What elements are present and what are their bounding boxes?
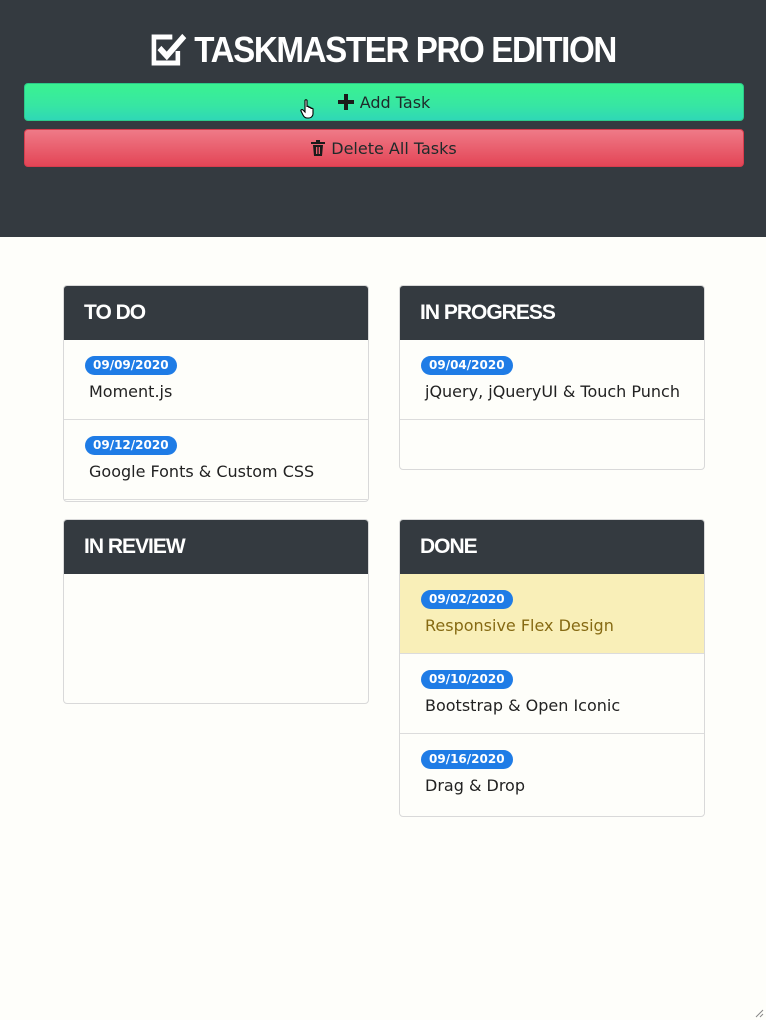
task-item[interactable]: 09/12/2020 Google Fonts & Custom CSS bbox=[64, 420, 368, 500]
column-in-review: In Review bbox=[63, 519, 369, 704]
app-header: Taskmaster Pro Edition Add Task Delete A… bbox=[0, 0, 766, 237]
drop-zone[interactable] bbox=[400, 420, 704, 469]
add-task-button[interactable]: Add Task bbox=[24, 83, 744, 121]
task-item[interactable]: 09/02/2020 Responsive Flex Design bbox=[400, 574, 704, 654]
column-done: Done 09/02/2020 Responsive Flex Design 0… bbox=[399, 519, 705, 817]
column-in-progress: In Progress 09/04/2020 jQuery, jQueryUI … bbox=[399, 285, 705, 470]
task-text[interactable]: jQuery, jQueryUI & Touch Punch bbox=[425, 382, 680, 401]
plus-icon bbox=[337, 94, 354, 110]
app-title-text: Taskmaster Pro Edition bbox=[194, 29, 617, 70]
task-date-badge[interactable]: 09/10/2020 bbox=[421, 670, 513, 689]
task-date-badge[interactable]: 09/02/2020 bbox=[421, 590, 513, 609]
task-text[interactable]: Responsive Flex Design bbox=[425, 616, 614, 635]
task-text[interactable]: Google Fonts & Custom CSS bbox=[89, 462, 314, 481]
column-done-title: Done bbox=[400, 520, 704, 574]
delete-all-tasks-button[interactable]: Delete All Tasks bbox=[24, 129, 744, 167]
trash-icon bbox=[311, 140, 326, 156]
drop-zone[interactable] bbox=[64, 574, 368, 703]
column-todo: To Do 09/09/2020 Moment.js 09/12/2020 Go… bbox=[63, 285, 369, 502]
task-item[interactable]: 09/09/2020 Moment.js bbox=[64, 340, 368, 420]
column-in-review-title: In Review bbox=[64, 520, 368, 574]
task-date-badge[interactable]: 09/12/2020 bbox=[85, 436, 177, 455]
column-in-progress-title: In Progress bbox=[400, 286, 704, 340]
delete-all-label: Delete All Tasks bbox=[331, 138, 457, 158]
add-task-label: Add Task bbox=[359, 92, 431, 112]
hand-pointer-icon bbox=[300, 99, 314, 119]
task-date-badge[interactable]: 09/16/2020 bbox=[421, 750, 513, 769]
task-item[interactable]: 09/10/2020 Bootstrap & Open Iconic bbox=[400, 654, 704, 734]
task-date-badge[interactable]: 09/09/2020 bbox=[85, 356, 177, 375]
column-todo-title: To Do bbox=[64, 286, 368, 340]
task-item[interactable]: 09/04/2020 jQuery, jQueryUI & Touch Punc… bbox=[400, 340, 704, 420]
task-text[interactable]: Moment.js bbox=[89, 382, 172, 401]
task-item[interactable]: 09/16/2020 Drag & Drop bbox=[400, 734, 704, 814]
check-square-icon bbox=[151, 33, 187, 66]
task-date-badge[interactable]: 09/04/2020 bbox=[421, 356, 513, 375]
resize-grip-icon[interactable] bbox=[754, 1008, 764, 1018]
task-text[interactable]: Drag & Drop bbox=[425, 776, 525, 795]
app-title: Taskmaster Pro Edition bbox=[31, 28, 736, 72]
task-text[interactable]: Bootstrap & Open Iconic bbox=[425, 696, 620, 715]
